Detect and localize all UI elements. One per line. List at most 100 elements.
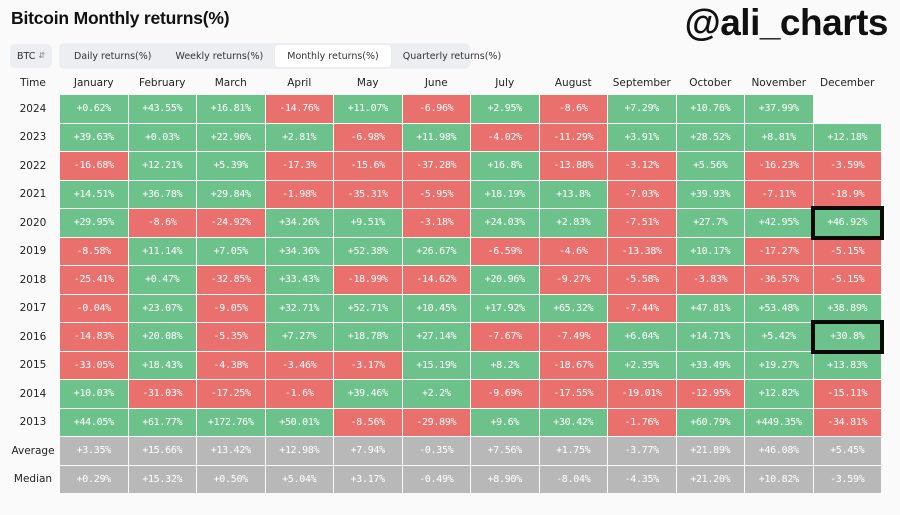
return-cell: +47.81% bbox=[676, 294, 744, 322]
return-cell: +19.27% bbox=[745, 351, 813, 379]
return-cell: +39.46% bbox=[334, 380, 402, 408]
return-cell: +20.96% bbox=[471, 266, 539, 294]
return-cell: +27.7% bbox=[676, 209, 744, 237]
return-cell: -7.44% bbox=[608, 294, 676, 322]
return-cell: +39.63% bbox=[60, 123, 128, 151]
return-cell: -17.3% bbox=[265, 152, 333, 180]
return-cell: +29.84% bbox=[197, 180, 265, 208]
year-row-2015: 2015 -33.05% +18.43% -4.38% -3.46% -3.17% +15.… bbox=[7, 351, 881, 379]
return-cell: +14.71% bbox=[676, 323, 744, 351]
returns-heatmap-table: Time January February March April May June Jul… bbox=[6, 71, 884, 494]
return-cell: +3.17% bbox=[334, 465, 402, 493]
return-cell: -17.27% bbox=[745, 237, 813, 265]
return-cell: +61.77% bbox=[128, 408, 196, 436]
return-cell: +2.2% bbox=[402, 380, 470, 408]
return-cell: +17.92% bbox=[471, 294, 539, 322]
year-row-2019: 2019 -8.58% +11.14% +7.05% +34.36% +52.38% +26… bbox=[7, 237, 881, 265]
return-cell: +11.14% bbox=[128, 237, 196, 265]
return-cell: -1.76% bbox=[608, 408, 676, 436]
return-cell: +0.29% bbox=[60, 465, 128, 493]
return-cell: -9.69% bbox=[471, 380, 539, 408]
row-label: 2017 bbox=[19, 302, 47, 315]
return-cell: +36.78% bbox=[128, 180, 196, 208]
return-cell: +2.35% bbox=[608, 351, 676, 379]
return-cell: +7.05% bbox=[197, 237, 265, 265]
return-cell: +32.71% bbox=[265, 294, 333, 322]
return-cell: +16.8% bbox=[471, 152, 539, 180]
year-row-2014: 2014 +10.03% -31.03% -17.25% -1.6% +39.46% +2.… bbox=[7, 380, 881, 408]
return-cell: +21.89% bbox=[676, 437, 744, 465]
return-cell: +7.27% bbox=[265, 323, 333, 351]
return-cell: -6.96% bbox=[402, 95, 470, 123]
return-cell: +13.83% bbox=[813, 351, 881, 379]
asset-select[interactable]: BTC ⇵ bbox=[10, 44, 52, 68]
return-cell: +33.49% bbox=[676, 351, 744, 379]
return-cell: +34.36% bbox=[265, 237, 333, 265]
return-cell: -4.6% bbox=[539, 237, 607, 265]
return-cell: -0.04% bbox=[60, 294, 128, 322]
header-row: Time January February March April May June Jul… bbox=[7, 72, 881, 94]
return-cell: +7.29% bbox=[608, 95, 676, 123]
return-cell: -7.49% bbox=[539, 323, 607, 351]
return-cell: +27.14% bbox=[402, 323, 470, 351]
year-row-2013: 2013 +44.05% +61.77% +172.76% +50.01% -8.56% -… bbox=[7, 408, 881, 436]
return-cell: +53.48% bbox=[745, 294, 813, 322]
return-cell: -18.67% bbox=[539, 351, 607, 379]
return-cell: +449.35% bbox=[745, 408, 813, 436]
tab-weekly-returns[interactable]: Weekly returns(%) bbox=[164, 45, 276, 67]
return-cell: +34.26% bbox=[265, 209, 333, 237]
return-cell: +10.17% bbox=[676, 237, 744, 265]
return-cell: -32.85% bbox=[197, 266, 265, 294]
return-cell: -7.11% bbox=[745, 180, 813, 208]
row-label: 2016 bbox=[19, 330, 47, 343]
return-cell: -16.23% bbox=[745, 152, 813, 180]
year-row-2024: 2024 +0.62% +43.55% +16.81% -14.76% +11.07% -6… bbox=[7, 95, 881, 123]
return-cell: -7.67% bbox=[471, 323, 539, 351]
tab-monthly-returns[interactable]: Monthly returns(%) bbox=[275, 45, 391, 67]
return-cell: +13.42% bbox=[197, 437, 265, 465]
return-cell: +12.21% bbox=[128, 152, 196, 180]
highlighted-return-cell: +46.92% bbox=[810, 206, 884, 240]
tab-quarterly-returns[interactable]: Quarterly returns(%) bbox=[391, 45, 513, 67]
row-label: 2019 bbox=[19, 245, 47, 258]
row-label: 2024 bbox=[19, 102, 47, 115]
return-cell: +11.98% bbox=[402, 123, 470, 151]
asset-select-value: BTC bbox=[16, 50, 36, 62]
return-cell: -4.38% bbox=[197, 351, 265, 379]
return-cell: +37.99% bbox=[745, 95, 813, 123]
return-cell: +15.32% bbox=[128, 465, 196, 493]
return-cell: +33.43% bbox=[265, 266, 333, 294]
return-cell: +42.95% bbox=[745, 209, 813, 237]
row-label: 2018 bbox=[19, 273, 47, 286]
return-cell: -33.05% bbox=[60, 351, 128, 379]
column-header-july: July bbox=[495, 77, 515, 89]
return-cell: +9.51% bbox=[334, 209, 402, 237]
return-cell: -3.12% bbox=[608, 152, 676, 180]
return-cell: -4.35% bbox=[608, 465, 676, 493]
return-cell: +2.95% bbox=[471, 95, 539, 123]
row-label: 2013 bbox=[19, 416, 47, 429]
row-label: Average bbox=[11, 444, 55, 457]
return-cell: +52.38% bbox=[334, 237, 402, 265]
return-cell: -1.98% bbox=[265, 180, 333, 208]
row-label: 2014 bbox=[19, 387, 47, 400]
return-cell: -5.95% bbox=[402, 180, 470, 208]
highlighted-return-cell: +30.8% bbox=[810, 320, 884, 354]
return-cell: +10.76% bbox=[676, 95, 744, 123]
returns-period-tabs: Daily returns(%) Weekly returns(%) Month… bbox=[59, 43, 501, 69]
row-label: 2023 bbox=[19, 131, 47, 144]
return-cell: +172.76% bbox=[197, 408, 265, 436]
column-header-november: November bbox=[751, 77, 807, 89]
year-row-2023: 2023 +39.63% +0.03% +22.96% +2.81% -6.98% +11.… bbox=[7, 123, 881, 151]
return-cell: +15.19% bbox=[402, 351, 470, 379]
return-cell: -34.81% bbox=[813, 408, 881, 436]
column-header-april: April bbox=[287, 77, 312, 89]
return-cell: +11.07% bbox=[334, 95, 402, 123]
empty-cell bbox=[814, 95, 882, 123]
return-cell: +2.83% bbox=[539, 209, 607, 237]
return-cell: +44.05% bbox=[60, 408, 128, 436]
return-cell: +7.56% bbox=[471, 437, 539, 465]
row-label: 2022 bbox=[19, 159, 47, 172]
tab-daily-returns[interactable]: Daily returns(%) bbox=[62, 45, 164, 67]
return-cell: +22.96% bbox=[197, 123, 265, 151]
